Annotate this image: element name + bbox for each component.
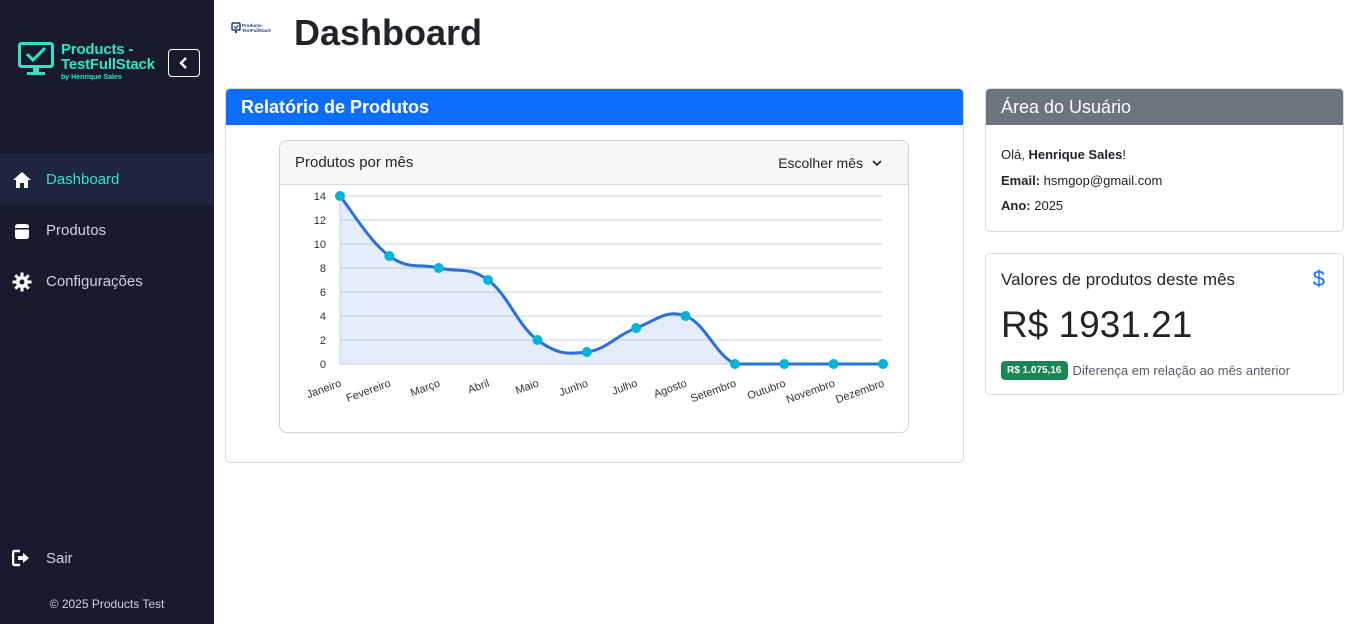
brand-text: Products - TestFullStack by Henrique Sal… [61,42,155,81]
values-amount: R$ 1931.21 [1001,304,1193,345]
month-select-label: Escolher mês [778,155,863,171]
chart-card: Produtos por mês Escolher mês 0 2 4 6 8 10 12 1… [279,140,909,433]
header-logo: Products- TestFullStack [231,22,271,33]
dollar-icon: $ [1312,266,1325,291]
year-label: Ano: [1001,198,1031,213]
user-email: hsmgop@gmail.com [1043,172,1163,188]
user-card: Área do Usuário Olá, Henrique Sales! Ema… [985,88,1344,232]
x-tick-label: Maio [514,378,541,397]
data-point[interactable] [828,359,839,369]
brand-subtitle: by Henrique Sales [61,74,122,81]
data-point[interactable] [581,347,592,357]
greeting-prefix: Olá, [1001,147,1029,162]
x-tick-label: Outubro [746,378,787,403]
sidebar-item-label: Configurações [46,273,143,290]
x-tick-label: Setembro [689,378,738,406]
data-point[interactable] [483,275,494,285]
brand-title-line2: TestFullStack [61,56,155,73]
page-title: Dashboard [294,12,483,53]
data-point[interactable] [631,323,642,333]
x-tick-label: Janeiro [305,378,343,402]
email-label: Email: [1001,172,1041,188]
sidebar: Products - TestFullStack by Henrique Sal… [0,0,214,624]
x-tick-label: Julho [610,378,639,398]
user-email-row: Email: hsmgop@gmail.com [1001,168,1328,194]
difference-badge: R$ 1.075,16 [1001,361,1068,380]
logout-label: Sair [46,549,73,567]
collapse-sidebar-button[interactable] [168,49,200,77]
x-tick-label: Dezembro [834,378,886,407]
values-footer: R$ 1.075,16 Diferença em relação ao mês … [1001,361,1290,380]
data-point[interactable] [878,359,888,369]
sidebar-item-configuracoes[interactable]: Configurações [0,256,214,307]
logout-icon [12,548,32,568]
user-greeting: Olá, Henrique Sales! [1001,142,1328,168]
y-tick-label: 4 [320,311,326,323]
chevron-down-icon [872,160,882,167]
x-tick-label: Agosto [652,378,688,401]
greeting-suffix: ! [1122,147,1127,162]
report-card-title: Relatório de Produtos [226,89,963,125]
difference-text: Diferença em relação ao mês anterior [1072,363,1291,378]
data-point[interactable] [532,335,543,345]
values-title: Valores de produtos deste mês [1001,270,1236,289]
series-area [340,196,883,364]
data-point[interactable] [729,359,740,369]
y-tick-label: 10 [314,239,326,251]
data-point[interactable] [680,311,691,321]
chart-header: Produtos por mês Escolher mês [280,141,908,185]
y-tick-label: 12 [314,215,326,227]
user-name: Henrique Sales [1028,147,1123,162]
data-point[interactable] [384,251,395,261]
y-tick-label: 14 [314,191,326,203]
y-tick-label: 6 [320,287,326,299]
x-tick-label: Fevereiro [345,378,393,405]
chart-title: Produtos por mês [295,154,414,171]
values-card: Valores de produtos deste mês $ R$ 1931.… [985,253,1344,395]
y-tick-label: 0 [320,359,326,371]
user-info: Olá, Henrique Sales! Email: hsmgop@gmail… [986,125,1343,231]
sidebar-nav: Dashboard Produtos Configurações [0,154,214,307]
y-tick-label: 8 [320,263,326,275]
sidebar-item-label: Dashboard [46,171,120,188]
chevron-left-icon [179,57,187,69]
brand-logo[interactable]: Products - TestFullStack by Henrique Sal… [18,42,168,86]
sidebar-item-label: Produtos [46,222,107,239]
box-icon [12,221,32,241]
report-card: Relatório de Produtos Produtos por mês E… [225,88,964,463]
sidebar-item-produtos[interactable]: Produtos [0,205,214,256]
user-year-row: Ano: 2025 [1001,193,1328,219]
x-tick-label: Novembro [785,378,837,407]
month-select-dropdown[interactable]: Escolher mês [778,155,883,171]
home-icon [12,170,32,190]
data-point[interactable] [779,359,790,369]
user-year: 2025 [1034,198,1064,213]
header-logo-line2: TestFullStack [242,28,271,33]
x-tick-label: Março [409,378,442,400]
user-card-title: Área do Usuário [986,89,1343,125]
brand-title-line1: Products - [61,41,134,58]
monitor-check-icon [18,42,54,75]
x-tick-label: Abril [466,378,491,397]
gear-icon [12,272,32,292]
copyright-text: © 2025 Products Test [49,597,165,611]
y-tick-label: 2 [320,335,326,347]
data-point[interactable] [335,191,345,201]
logout-button[interactable]: Sair [12,548,73,568]
sidebar-item-dashboard[interactable]: Dashboard [0,154,214,205]
x-tick-label: Junho [558,378,590,400]
products-line-chart: 0 2 4 6 8 10 12 14 Janeiro Fevereiro Março Abril Mai… [305,191,888,407]
data-point[interactable] [433,263,444,273]
